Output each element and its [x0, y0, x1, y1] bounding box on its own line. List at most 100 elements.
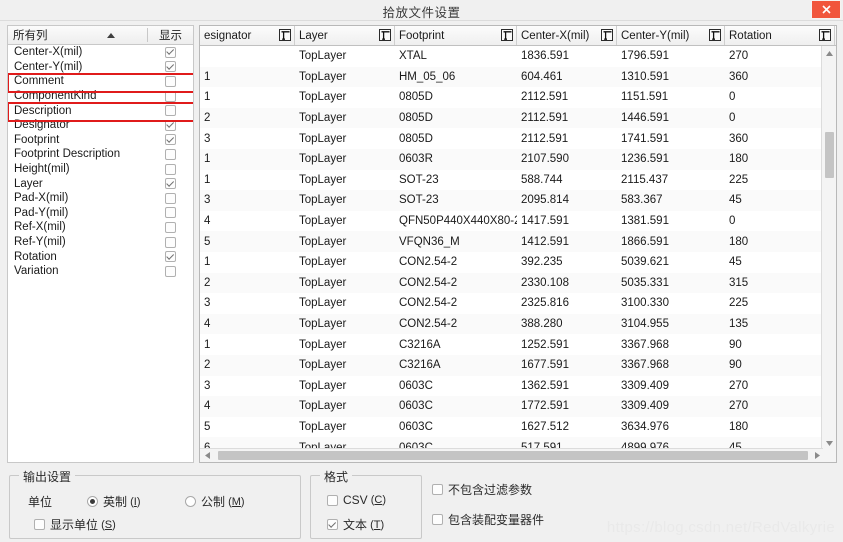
imperial-radio[interactable]: 英制 (I): [87, 493, 140, 510]
table-row[interactable]: 2 TopLayer 0805D 2112.591 1446.591 0: [200, 107, 822, 129]
checkbox-unchecked-icon: [165, 265, 176, 277]
column-list-item[interactable]: Ref-X(mil): [8, 220, 193, 235]
csv-checkbox[interactable]: CSV (C): [327, 493, 386, 507]
column-visibility-toggle[interactable]: [148, 61, 193, 73]
table-row[interactable]: 4 TopLayer QFN50P440X440X80-24 1417.591 1381…: [200, 210, 822, 232]
table-cell: TopLayer: [299, 338, 347, 351]
sort-ascending-icon[interactable]: [107, 33, 115, 38]
column-visibility-toggle[interactable]: [148, 134, 193, 146]
table-row[interactable]: 3 TopLayer CON2.54-2 2325.816 3100.330 225: [200, 293, 822, 314]
table-row[interactable]: 3 TopLayer SOT-23 2095.814 583.367 45: [200, 190, 822, 211]
exclude-filter-params-checkbox[interactable]: 不包含过滤参数: [432, 481, 532, 498]
column-list-item[interactable]: Center-Y(mil): [8, 60, 193, 75]
table-row[interactable]: 3 TopLayer 0603C 1362.591 3309.409 270: [200, 375, 822, 397]
column-list-item[interactable]: Pad-Y(mil): [8, 206, 193, 221]
table-row[interactable]: 1 TopLayer CON2.54-2 392.235 5039.621 45: [200, 251, 822, 273]
filter-icon[interactable]: [819, 29, 831, 41]
column-visibility-toggle[interactable]: [148, 119, 193, 131]
table-cell: 90: [729, 338, 742, 351]
column-visibility-toggle[interactable]: [148, 90, 193, 102]
column-list-item[interactable]: Comment: [8, 73, 193, 93]
table-row[interactable]: 2 TopLayer C3216A 1677.591 3367.968 90: [200, 354, 822, 376]
column-visibility-toggle[interactable]: [148, 251, 193, 263]
show-unit-checkbox[interactable]: 显示单位 (S): [34, 516, 116, 533]
column-list-item[interactable]: Description: [8, 102, 193, 122]
table-column-header[interactable]: Footprint: [395, 26, 517, 45]
table-column-header[interactable]: Center-X(mil): [517, 26, 617, 45]
scroll-left-button[interactable]: [200, 449, 214, 462]
table-cell: 3104.955: [621, 318, 669, 331]
table-cell: 225: [729, 173, 749, 186]
table-vertical-scrollbar[interactable]: [821, 46, 836, 450]
close-button[interactable]: [811, 0, 841, 19]
table-row[interactable]: 1 TopLayer 0603R 2107.590 1236.591 180: [200, 148, 822, 170]
column-list-item[interactable]: Footprint: [8, 133, 193, 148]
column-list-item[interactable]: Rotation: [8, 249, 193, 264]
column-list-item[interactable]: Layer: [8, 176, 193, 191]
format-settings-title: 格式: [320, 468, 353, 485]
table-row[interactable]: 1 TopLayer C3216A 1252.591 3367.968 90: [200, 334, 822, 355]
all-columns-header[interactable]: 所有列: [8, 27, 147, 43]
column-visibility-toggle[interactable]: [148, 192, 193, 204]
column-list-item[interactable]: Variation: [8, 264, 193, 279]
column-visibility-toggle[interactable]: [148, 75, 193, 87]
column-visibility-toggle[interactable]: [148, 236, 193, 248]
include-variant-parts-checkbox[interactable]: 包含装配变量器件: [432, 511, 544, 528]
column-visibility-toggle[interactable]: [148, 105, 193, 117]
column-list-item[interactable]: Footprint Description: [8, 147, 193, 162]
column-visibility-toggle[interactable]: [148, 207, 193, 219]
table-row[interactable]: 5 TopLayer 0603C 1627.512 3634.976 180: [200, 416, 822, 438]
table-column-header[interactable]: Layer: [295, 26, 395, 45]
table-row[interactable]: 5 TopLayer VFQN36_M 1412.591 1866.591 180: [200, 231, 822, 252]
column-visibility-toggle[interactable]: [148, 148, 193, 160]
scroll-right-button[interactable]: [810, 449, 824, 462]
table-row[interactable]: 1 TopLayer SOT-23 588.744 2115.437 225: [200, 169, 822, 191]
column-list-item[interactable]: Designator: [8, 118, 193, 133]
table-column-header[interactable]: Rotation: [725, 26, 835, 45]
filter-icon[interactable]: [601, 29, 613, 41]
table-row[interactable]: 1 TopLayer HM_05_06 604.461 1310.591 360: [200, 66, 822, 88]
horizontal-scroll-thumb[interactable]: [218, 451, 808, 460]
column-list-item[interactable]: ComponentKind: [8, 89, 193, 104]
vertical-scroll-thumb[interactable]: [825, 132, 834, 178]
column-list-item[interactable]: Height(mil): [8, 162, 193, 177]
column-list-body: Center-X(mil) Center-Y(mil) Comment Compone…: [8, 45, 193, 279]
filter-icon[interactable]: [279, 29, 291, 41]
filter-icon[interactable]: [501, 29, 513, 41]
column-visibility-toggle[interactable]: [148, 46, 193, 58]
triangle-down-icon: [826, 440, 833, 446]
column-list-item[interactable]: Center-X(mil): [8, 45, 193, 60]
table-cell: 3309.409: [621, 400, 669, 413]
table-horizontal-scrollbar[interactable]: [200, 448, 836, 462]
column-list-item[interactable]: Ref-Y(mil): [8, 235, 193, 250]
table-row[interactable]: TopLayer XTAL 1836.591 1796.591 270: [200, 46, 822, 67]
output-settings-group: 输出设置 单位 英制 (I) 公制 (M) 显示单位 (S): [9, 468, 301, 539]
metric-radio[interactable]: 公制 (M): [185, 493, 245, 510]
table-cell: TopLayer: [299, 297, 347, 310]
column-visibility-toggle[interactable]: [148, 163, 193, 175]
table-row[interactable]: 4 TopLayer 0603C 1772.591 3309.409 270: [200, 396, 822, 417]
column-visibility-toggle[interactable]: [148, 221, 193, 233]
table-cell: 2112.591: [521, 91, 569, 104]
table-row[interactable]: 4 TopLayer CON2.54-2 388.280 3104.955 135: [200, 313, 822, 335]
table-column-header[interactable]: esignator: [200, 26, 295, 45]
column-list-item[interactable]: Pad-X(mil): [8, 191, 193, 206]
filter-icon[interactable]: [709, 29, 721, 41]
table-cell: 1151.591: [621, 91, 669, 104]
table-row[interactable]: 3 TopLayer 0805D 2112.591 1741.591 360: [200, 128, 822, 149]
table-column-header[interactable]: Center-Y(mil): [617, 26, 725, 45]
table-cell: TopLayer: [299, 173, 347, 186]
table-row[interactable]: 1 TopLayer 0805D 2112.591 1151.591 0: [200, 87, 822, 108]
filter-icon[interactable]: [379, 29, 391, 41]
text-checkbox[interactable]: 文本 (T): [327, 516, 384, 533]
column-visibility-toggle[interactable]: [148, 265, 193, 277]
table-cell: HM_05_06: [399, 70, 456, 83]
table-cell: 0: [729, 215, 736, 228]
table-row[interactable]: 2 TopLayer CON2.54-2 2330.108 5035.331 315: [200, 272, 822, 294]
checkbox-checked-icon: [165, 61, 176, 73]
scroll-up-button[interactable]: [822, 46, 836, 60]
show-column-header[interactable]: 显示: [148, 27, 193, 43]
table-cell: 0: [729, 91, 736, 104]
checkbox-checked-icon: [327, 519, 338, 530]
column-visibility-toggle[interactable]: [148, 178, 193, 190]
